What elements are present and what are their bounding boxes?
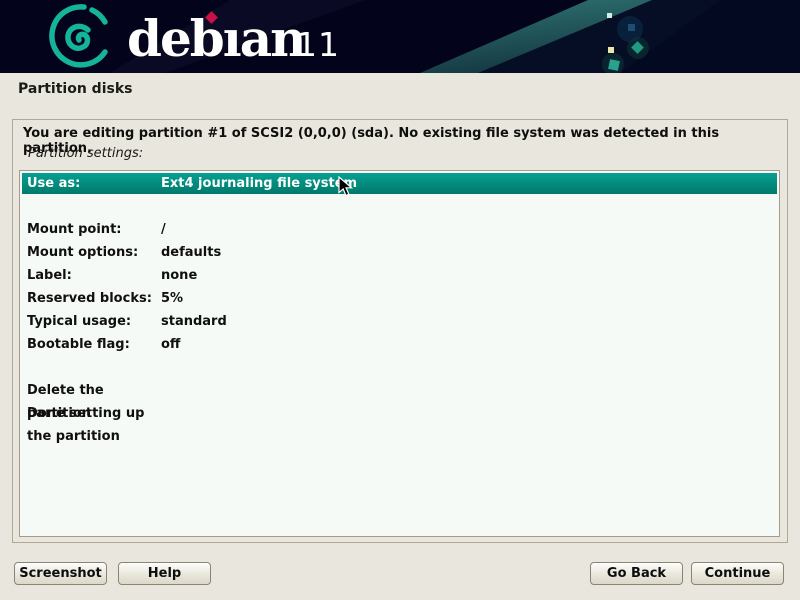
row-value: 5%: [161, 287, 779, 310]
banner-artwork: [0, 0, 800, 73]
list-row[interactable]: Mount point:/: [20, 218, 779, 241]
help-button[interactable]: Help: [118, 562, 211, 585]
partition-settings-label: Partition settings:: [28, 146, 143, 161]
list-row[interactable]: Typical usage:standard: [20, 310, 779, 333]
list-row[interactable]: Label:none: [20, 264, 779, 287]
row-value: [161, 402, 779, 425]
row-label: Bootable flag:: [27, 333, 161, 356]
continue-button[interactable]: Continue: [691, 562, 784, 585]
go-back-button[interactable]: Go Back: [590, 562, 683, 585]
row-label: Use as:: [27, 173, 161, 194]
row-value: Ext4 journaling file system: [161, 173, 777, 194]
row-value: defaults: [161, 241, 779, 264]
list-spacer-row: [20, 356, 779, 379]
row-value: [161, 379, 779, 402]
row-label: Mount point:: [27, 218, 161, 241]
list-row[interactable]: Bootable flag:off: [20, 333, 779, 356]
row-label: Mount options:: [27, 241, 161, 264]
row-value: standard: [161, 310, 779, 333]
list-spacer-row: [20, 195, 779, 218]
mouse-cursor-icon: [338, 176, 354, 198]
row-label: Typical usage:: [27, 310, 161, 333]
partition-info-frame: You are editing partition #1 of SCSI2 (0…: [12, 119, 788, 543]
partition-settings-list[interactable]: Use as:Ext4 journaling file system Mount …: [19, 170, 780, 537]
row-value: /: [161, 218, 779, 241]
list-row[interactable]: Mount options:defaults: [20, 241, 779, 264]
debian-swirl-icon: [46, 3, 110, 69]
row-label: Done setting up the partition: [27, 402, 161, 425]
page-title: Partition disks: [18, 81, 132, 97]
list-row[interactable]: Done setting up the partition: [20, 402, 779, 425]
debian-version: 11: [296, 28, 340, 61]
installer-banner: debıan 11: [0, 0, 800, 73]
row-value: none: [161, 264, 779, 287]
list-row[interactable]: Reserved blocks:5%: [20, 287, 779, 310]
brand-part: an: [240, 9, 305, 68]
brand-part-dotless-i: ı: [223, 9, 240, 68]
screenshot-button[interactable]: Screenshot: [14, 562, 107, 585]
list-row[interactable]: Delete the partition: [20, 379, 779, 402]
list-row[interactable]: Use as:Ext4 journaling file system: [22, 173, 777, 194]
row-label: Label:: [27, 264, 161, 287]
row-label: Delete the partition: [27, 379, 161, 402]
debian-logo-wordmark: debıan: [127, 14, 304, 64]
row-label: Reserved blocks:: [27, 287, 161, 310]
row-value: off: [161, 333, 779, 356]
